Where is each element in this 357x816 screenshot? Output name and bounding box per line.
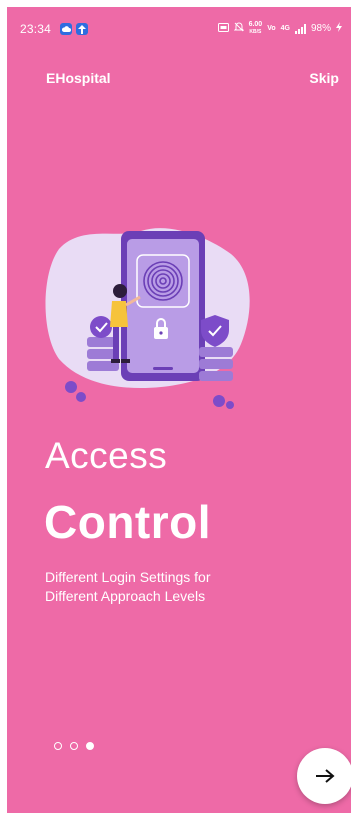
charging-icon [336,22,342,35]
status-bar: 23:34 6.00 KB/S Vo 4G 98% [7,7,351,41]
skip-button[interactable]: Skip [309,70,339,86]
cast-icon [217,22,229,35]
onboarding-screen: 23:34 6.00 KB/S Vo 4G 98% EHospital Skip… [7,7,351,813]
speed-unit: KB/S [249,29,262,35]
arrow-right-icon [316,769,335,783]
slide-description: Different Login Settings for Different A… [45,569,211,604]
slide-title-bold: Control [44,496,212,548]
volte-label: Vo [267,25,276,32]
mute-icon [233,22,244,35]
next-button[interactable] [297,748,351,804]
network-speed: 6.00 KB/S [249,21,263,36]
access-control-illustration [45,228,250,409]
page-dot-2[interactable] [70,742,78,750]
page-indicator [54,742,94,750]
status-indicators: 6.00 KB/S Vo 4G 98% [217,21,342,36]
speed-value: 6.00 [248,21,263,28]
page-dot-1[interactable] [54,742,62,750]
battery-level: 98% [310,23,331,34]
upload-icon [76,23,88,35]
page-dot-3[interactable] [86,742,94,750]
status-time: 23:34 [20,22,52,36]
shield-check-icon [199,315,233,381]
slide-title-light: Access [45,435,168,476]
network-type: 4G [280,25,290,32]
cloud-icon [60,23,72,35]
app-title: EHospital [46,70,111,86]
signal-icon [294,23,306,34]
